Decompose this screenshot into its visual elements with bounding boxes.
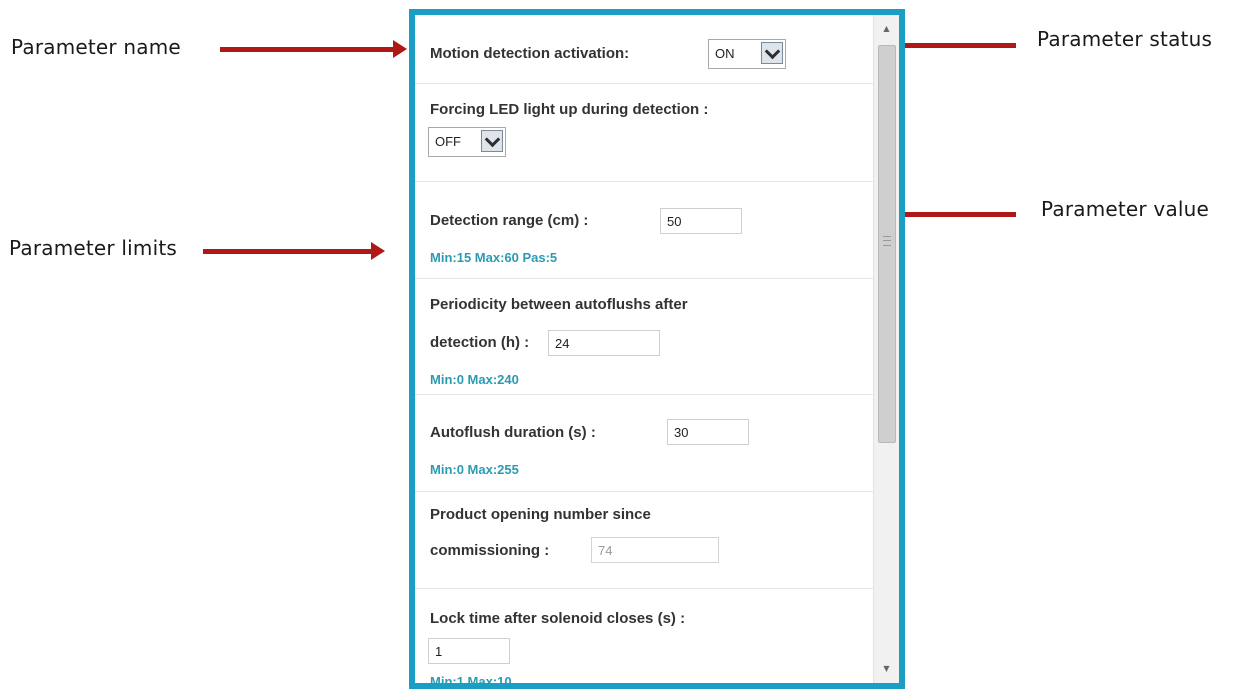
param-name-text: commissioning bbox=[430, 542, 541, 559]
param-name-text: detection (h) bbox=[430, 334, 520, 351]
grip-icon bbox=[883, 236, 891, 246]
status-select[interactable]: OFF bbox=[428, 127, 506, 157]
param-name-line2: commissioning : bbox=[430, 536, 549, 566]
param-name-text: Forcing LED light up during detection bbox=[430, 101, 700, 118]
param-autoflush-duration: Autoflush duration (s) : 30 Min:0 Max:25… bbox=[415, 394, 874, 492]
annotation-parameter-status: Parameter status bbox=[1037, 27, 1213, 51]
chevron-down-icon[interactable] bbox=[761, 42, 783, 64]
value-input[interactable]: 30 bbox=[667, 419, 749, 445]
annotation-parameter-limits: Parameter limits bbox=[9, 236, 178, 260]
param-periodicity: Periodicity between autoflushs after det… bbox=[415, 278, 874, 395]
scrollbar-thumb[interactable] bbox=[878, 45, 896, 443]
param-colon: : bbox=[583, 212, 589, 229]
vertical-scrollbar[interactable]: ▲ ▼ bbox=[873, 15, 899, 683]
param-name: Motion detection activation: bbox=[430, 45, 630, 62]
param-colon: : bbox=[590, 424, 596, 441]
parameters-list: Motion detection activation: ON Forcing … bbox=[415, 15, 874, 683]
param-name: Detection range (cm) : bbox=[430, 206, 588, 236]
param-name: Forcing LED light up during detection : bbox=[430, 95, 708, 125]
param-name: Autoflush duration (s) : bbox=[430, 418, 596, 448]
status-select-value: OFF bbox=[435, 134, 461, 149]
value-input[interactable]: 1 bbox=[428, 638, 510, 664]
settings-panel: Motion detection activation: ON Forcing … bbox=[409, 9, 905, 689]
param-name: Lock time after solenoid closes (s) : bbox=[430, 604, 685, 634]
param-name-line1: Product opening number since bbox=[430, 506, 651, 523]
param-name-text: Detection range (cm) bbox=[430, 212, 580, 229]
value-input[interactable]: 50 bbox=[660, 208, 742, 234]
param-name-text: Autoflush duration (s) bbox=[430, 424, 587, 441]
arrow-parameter-limits bbox=[203, 242, 385, 260]
chevron-down-icon[interactable] bbox=[481, 130, 503, 152]
param-limits: Min:0 Max:255 bbox=[430, 462, 519, 477]
value-input[interactable]: 24 bbox=[548, 330, 660, 356]
readonly-value-field: 74 bbox=[591, 537, 719, 563]
param-name-line2: detection (h) : bbox=[430, 328, 529, 358]
annotation-parameter-value: Parameter value bbox=[1041, 197, 1210, 221]
param-limits: Min:15 Max:60 Pas:5 bbox=[430, 250, 558, 265]
param-colon: : bbox=[680, 610, 686, 627]
param-motion-detection: Motion detection activation: ON bbox=[415, 15, 874, 84]
status-select[interactable]: ON bbox=[708, 39, 786, 69]
param-lock-time: Lock time after solenoid closes (s) : 1 … bbox=[415, 588, 874, 683]
param-limits: Min:0 Max:240 bbox=[430, 372, 519, 387]
param-limits: Min:1 Max:10 bbox=[430, 674, 512, 683]
annotation-parameter-name: Parameter name bbox=[11, 35, 181, 59]
param-name-line1: Periodicity between autoflushs after bbox=[430, 296, 688, 313]
triangle-up-icon[interactable]: ▲ bbox=[874, 19, 899, 39]
param-detection-range: Detection range (cm) : 50 Min:15 Max:60 … bbox=[415, 181, 874, 279]
arrow-parameter-name bbox=[220, 40, 407, 58]
param-product-opening: Product opening number since commissioni… bbox=[415, 491, 874, 589]
param-colon: : bbox=[703, 101, 709, 118]
param-forcing-led: Forcing LED light up during detection : … bbox=[415, 83, 874, 182]
triangle-down-icon[interactable]: ▼ bbox=[874, 659, 899, 679]
param-colon: : bbox=[544, 542, 550, 559]
param-colon: : bbox=[524, 334, 530, 351]
status-select-value: ON bbox=[715, 46, 735, 61]
param-name-text: Lock time after solenoid closes (s) bbox=[430, 610, 676, 627]
